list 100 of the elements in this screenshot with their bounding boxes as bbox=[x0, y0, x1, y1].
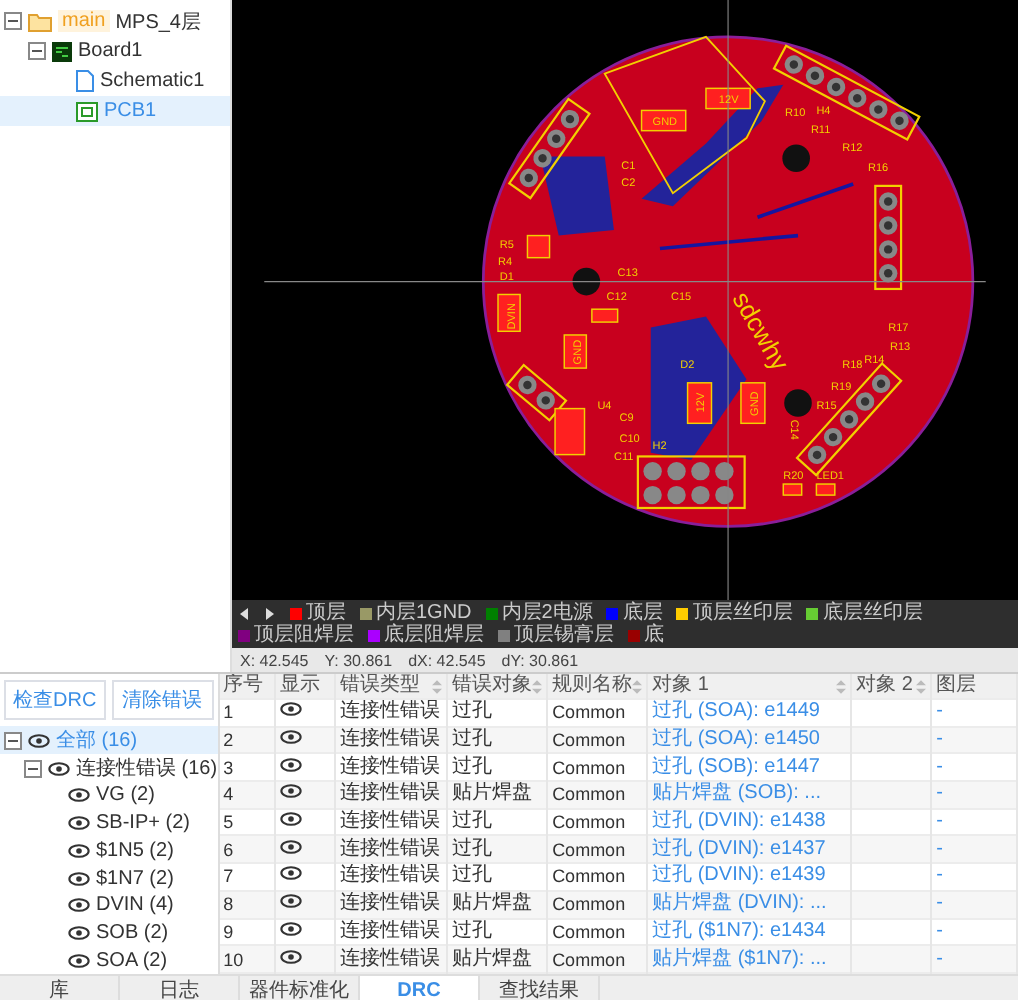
board-icon bbox=[76, 101, 98, 121]
table-cell: Common bbox=[547, 835, 648, 864]
visibility-eye-icon[interactable] bbox=[280, 812, 303, 827]
visibility-eye-icon[interactable] bbox=[280, 757, 303, 772]
expand-toggle[interactable] bbox=[4, 12, 22, 30]
column-header[interactable]: 错误对象 bbox=[447, 674, 548, 699]
column-header[interactable]: 规则名称 bbox=[547, 674, 648, 699]
item-label: SOA (2) bbox=[96, 949, 168, 972]
table-cell: 6 bbox=[219, 835, 276, 864]
column-header[interactable]: 错误类型 bbox=[335, 674, 448, 699]
table-cell: 连接性错误 bbox=[335, 726, 448, 754]
item-label: $1N7 (2) bbox=[96, 867, 174, 890]
drc-button[interactable]: 清除错误 bbox=[111, 680, 214, 720]
item-label: SB-IP+ (2) bbox=[96, 812, 190, 835]
tree-item[interactable]: main MPS_4层 bbox=[0, 6, 230, 36]
visibility-eye-icon[interactable] bbox=[280, 894, 303, 909]
table-cell: Common bbox=[547, 781, 648, 809]
item-label: DVIN (4) bbox=[96, 894, 174, 917]
scroll-left-icon[interactable] bbox=[238, 607, 250, 619]
document-icon bbox=[76, 70, 94, 92]
layer-name[interactable]: 顶层锡膏层 bbox=[514, 624, 614, 646]
table-cell: 连接性错误 bbox=[335, 781, 448, 809]
visibility-eye-icon[interactable] bbox=[280, 921, 303, 936]
expand-toggle[interactable] bbox=[28, 42, 46, 60]
layer-name[interactable]: 内层1GND bbox=[376, 602, 472, 624]
eye-icon[interactable] bbox=[68, 925, 90, 940]
table-cell: 8 bbox=[219, 890, 276, 918]
visibility-eye-icon[interactable] bbox=[280, 730, 303, 745]
table-cell: 4 bbox=[219, 781, 276, 809]
table-cell: - bbox=[931, 726, 1018, 754]
table-cell: 过孔 bbox=[447, 863, 548, 891]
table-cell: 过孔 bbox=[447, 726, 548, 754]
column-header[interactable]: 对象 2 bbox=[851, 674, 932, 699]
eye-icon[interactable] bbox=[68, 871, 90, 886]
layer-name[interactable]: 底层丝印层 bbox=[822, 602, 923, 624]
coordinate-readout: Y: 30.861 bbox=[324, 651, 393, 669]
table-cell: Common bbox=[547, 863, 648, 891]
visibility-eye-icon[interactable] bbox=[280, 866, 303, 881]
layer-name[interactable]: 底层 bbox=[622, 602, 663, 624]
table-cell: Common bbox=[547, 890, 648, 918]
expand-toggle[interactable] bbox=[4, 731, 22, 749]
table-cell: - bbox=[931, 835, 1018, 864]
table-cell: 连接性错误 bbox=[335, 699, 448, 727]
tree-item[interactable]: Schematic1 bbox=[0, 66, 230, 96]
layer-name[interactable]: 底层阻焊层 bbox=[384, 624, 484, 646]
error-group-item[interactable]: SOA (2) bbox=[0, 946, 218, 975]
visibility-eye-icon[interactable] bbox=[280, 784, 303, 799]
item-label: Board1 bbox=[78, 40, 143, 62]
eye-icon[interactable] bbox=[68, 816, 90, 831]
scroll-right-icon[interactable] bbox=[264, 607, 276, 619]
column-header[interactable]: 对象 1 bbox=[647, 674, 852, 699]
table-cell: 连接性错误 bbox=[335, 835, 448, 864]
table-cell: 7 bbox=[219, 863, 276, 891]
table-cell: 过孔 bbox=[447, 699, 548, 727]
error-group-item[interactable]: SB-IP+ (2) bbox=[0, 809, 218, 837]
eye-icon[interactable] bbox=[28, 733, 50, 747]
visibility-eye-icon[interactable] bbox=[280, 702, 303, 717]
table-cell: - bbox=[931, 863, 1018, 891]
tree-item[interactable]: Board1 bbox=[0, 36, 230, 66]
eye-icon[interactable] bbox=[48, 761, 70, 775]
table-cell: 2 bbox=[219, 726, 276, 754]
table-cell: 贴片焊盘 bbox=[447, 890, 548, 918]
error-group-item[interactable]: 连接性错误 (16) bbox=[0, 754, 218, 782]
table-cell: 贴片焊盘 bbox=[447, 781, 548, 809]
error-group-item[interactable]: $1N5 (2) bbox=[0, 836, 218, 865]
layer-name[interactable]: 底 bbox=[644, 624, 664, 646]
item-label: MPS_4层 bbox=[115, 9, 201, 35]
eye-icon[interactable] bbox=[68, 898, 90, 913]
folder-icon bbox=[28, 11, 52, 31]
layer-name[interactable]: 顶层丝印层 bbox=[692, 602, 793, 624]
error-group-item[interactable]: DVIN (4) bbox=[0, 891, 218, 920]
eye-icon[interactable] bbox=[68, 953, 90, 968]
coordinate-readout: X: 42.545 bbox=[240, 651, 309, 669]
expand-toggle[interactable] bbox=[24, 759, 42, 777]
eye-icon[interactable] bbox=[68, 843, 90, 858]
error-group-item[interactable]: VG (2) bbox=[0, 782, 218, 810]
column-header[interactable]: 图层 bbox=[931, 674, 1018, 699]
branch-badge: main bbox=[58, 10, 110, 32]
item-label: 连接性错误 (16) bbox=[76, 755, 218, 782]
coordinate-readout: dX: 42.545 bbox=[408, 651, 486, 669]
coordinate-readout: dY: 30.861 bbox=[501, 651, 579, 669]
table-cell: - bbox=[931, 781, 1018, 809]
layer-name[interactable]: 内层2电源 bbox=[501, 602, 593, 624]
visibility-eye-icon[interactable] bbox=[280, 949, 303, 964]
item-label: VG (2) bbox=[96, 784, 155, 807]
column-header[interactable]: 显示 bbox=[275, 674, 336, 699]
visibility-eye-icon[interactable] bbox=[280, 839, 303, 854]
layer-name[interactable]: 顶层阻焊层 bbox=[254, 624, 354, 646]
error-group-item[interactable]: SOB (2) bbox=[0, 919, 218, 947]
layer-name[interactable]: 顶层 bbox=[306, 602, 346, 624]
item-label: SOB (2) bbox=[96, 921, 169, 944]
table-cell: Common bbox=[547, 699, 648, 727]
table-cell: - bbox=[931, 699, 1018, 727]
table-cell: - bbox=[931, 890, 1018, 918]
item-label: Schematic1 bbox=[100, 70, 205, 92]
table-cell: 连接性错误 bbox=[335, 890, 448, 918]
item-label: 全部 (16) bbox=[56, 727, 138, 754]
error-group-item[interactable]: $1N7 (2) bbox=[0, 864, 218, 892]
eye-icon[interactable] bbox=[68, 788, 90, 803]
board-icon bbox=[52, 41, 72, 61]
